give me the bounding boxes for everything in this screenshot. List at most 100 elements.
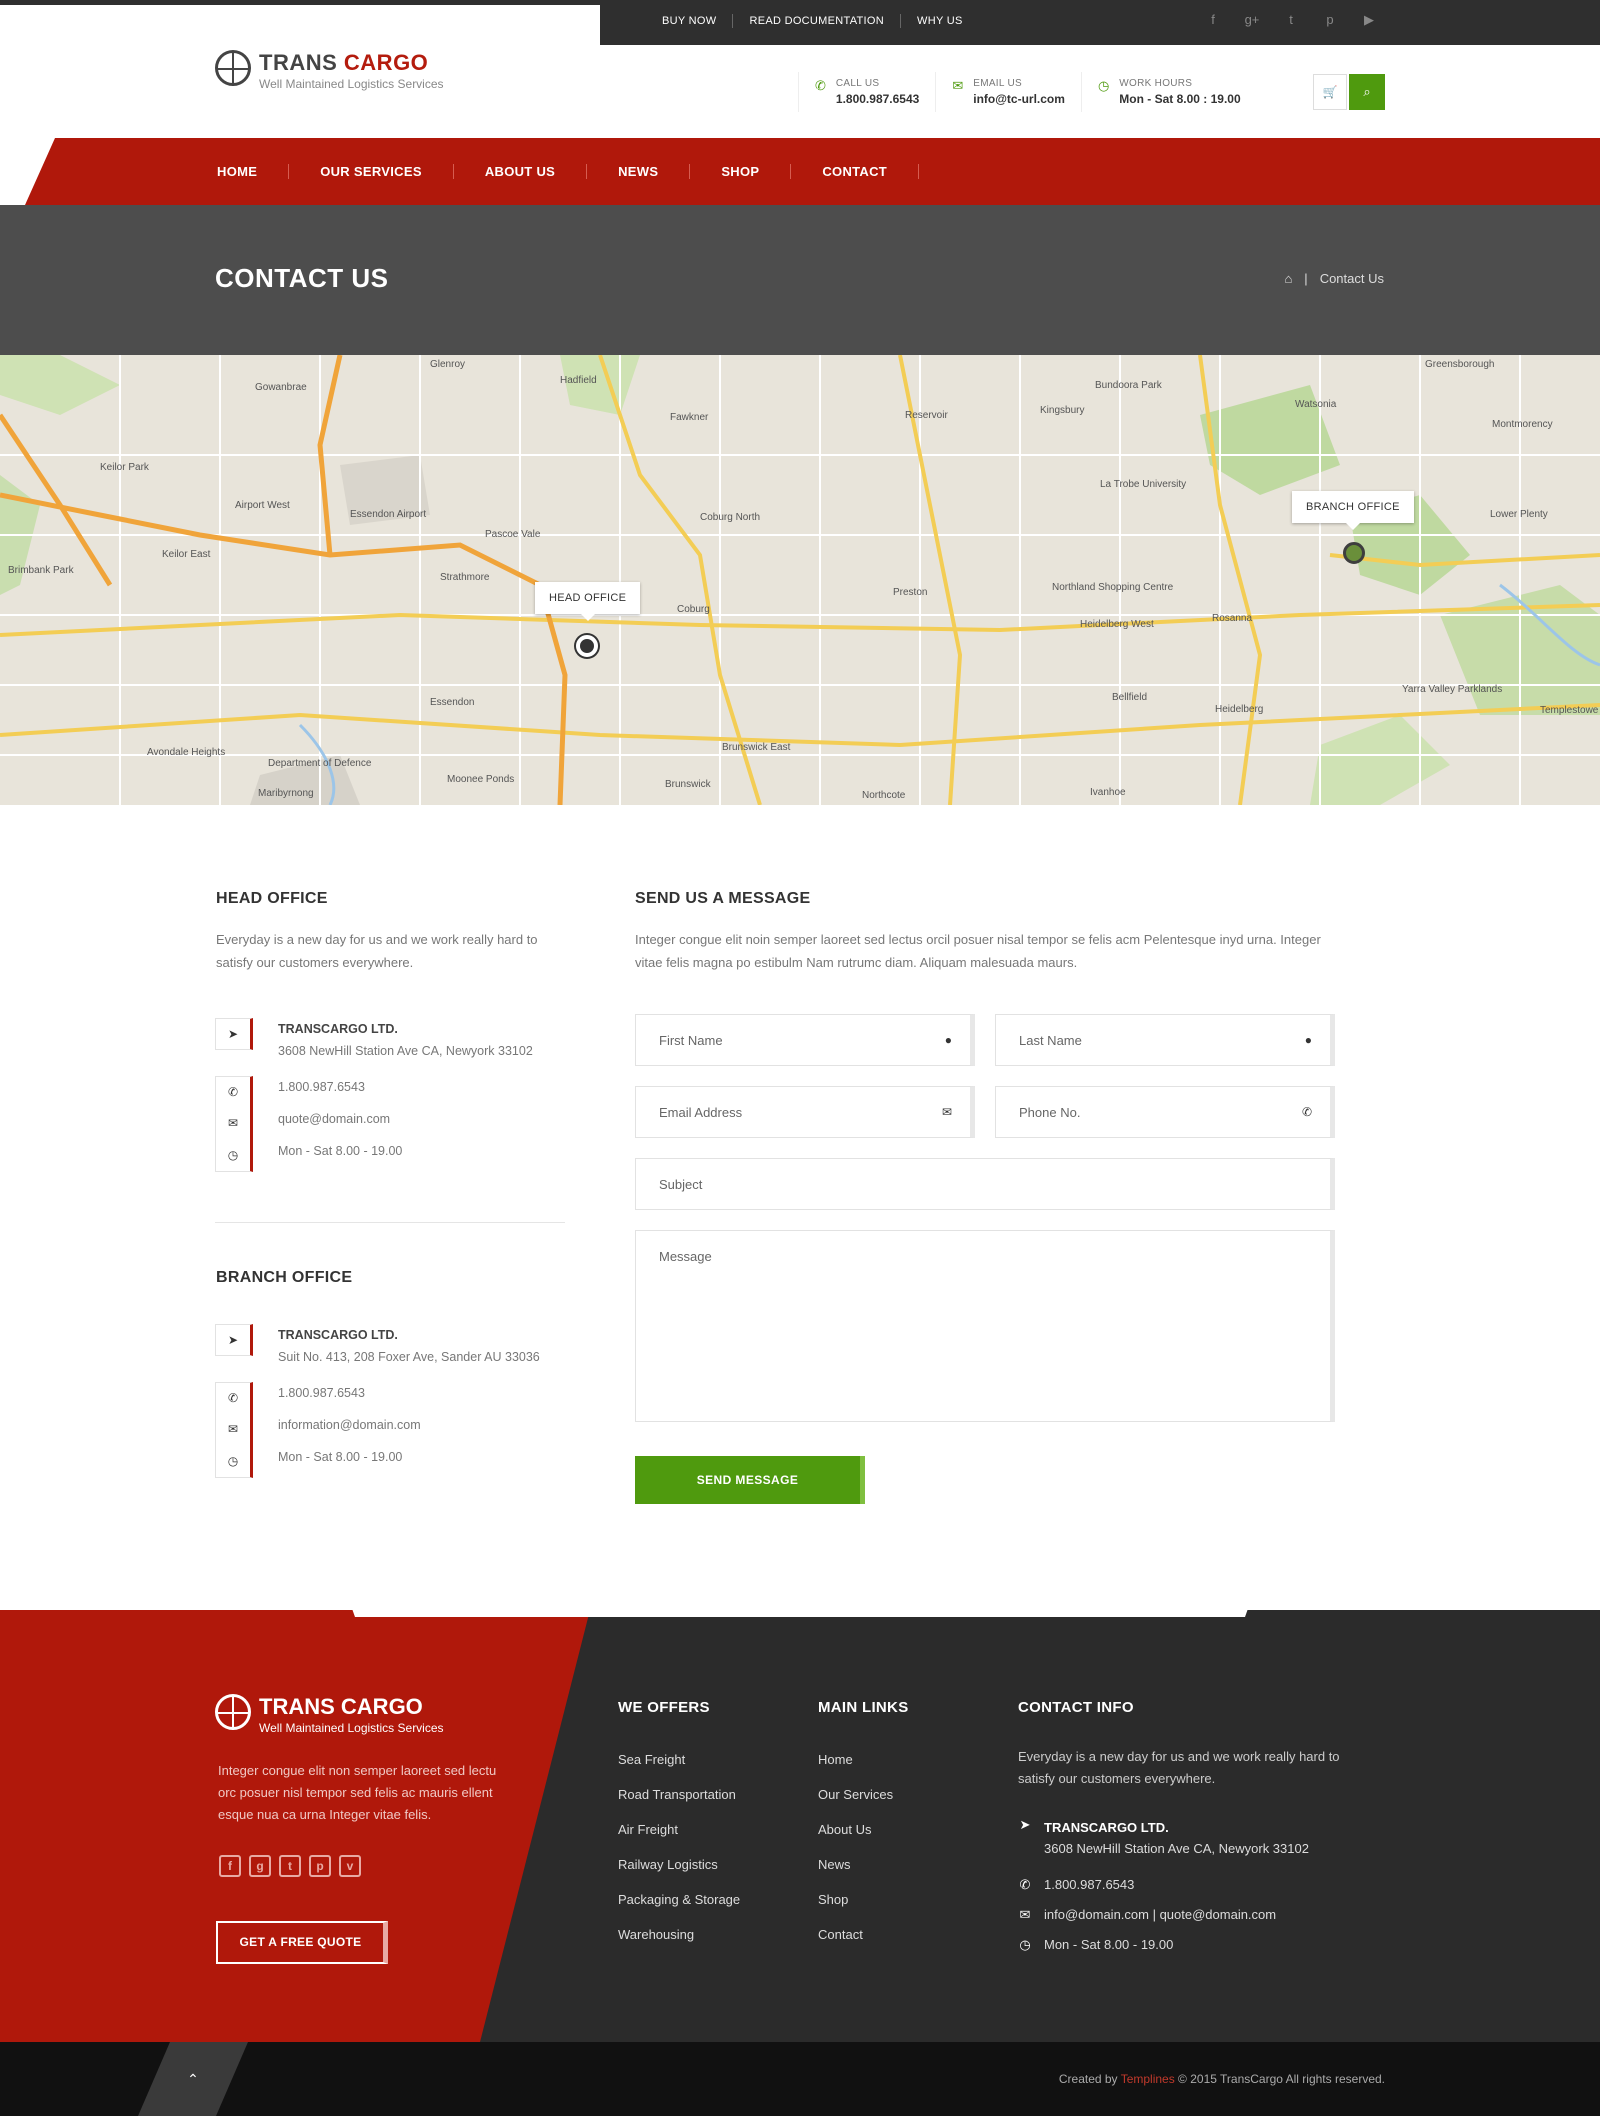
nav-news[interactable]: NEWS bbox=[587, 164, 691, 179]
footer-notch bbox=[350, 1603, 1250, 1617]
top-link-documentation[interactable]: READ DOCUMENTATION bbox=[733, 14, 902, 28]
form-title: SEND US A MESSAGE bbox=[635, 890, 811, 907]
footer-link[interactable]: About Us bbox=[818, 1822, 893, 1857]
google-plus-icon[interactable]: g+ bbox=[1244, 12, 1260, 28]
head-office-pin-icon[interactable] bbox=[576, 635, 598, 657]
footer-tagline: Well Maintained Logistics Services bbox=[259, 1721, 444, 1735]
pinterest-icon[interactable]: p bbox=[1322, 12, 1338, 28]
email-field[interactable]: Email Address ✉ bbox=[635, 1086, 975, 1138]
user-icon: ● bbox=[1304, 1033, 1312, 1047]
pinterest-icon[interactable]: p bbox=[309, 1855, 331, 1877]
location-arrow-icon: ➤ bbox=[215, 1018, 253, 1050]
footer-link[interactable]: Shop bbox=[818, 1892, 893, 1927]
first-name-field[interactable]: First Name ● bbox=[635, 1014, 975, 1066]
head-office-phone-row: ✆ 1.800.987.6543 bbox=[215, 1076, 365, 1108]
map-label: Bundoora Park bbox=[1095, 380, 1163, 391]
contact-label: EMAIL US bbox=[973, 78, 1022, 89]
envelope-icon: ✉ bbox=[1019, 1907, 1031, 1922]
footer-offer-link[interactable]: Railway Logistics bbox=[618, 1857, 740, 1892]
branch-office-pin-icon[interactable] bbox=[1343, 542, 1365, 564]
branch-office-marker-label[interactable]: BRANCH OFFICE bbox=[1292, 491, 1414, 530]
map-label: Templestowe bbox=[1540, 705, 1599, 716]
form-desc: Integer congue elit noin semper laoreet … bbox=[635, 932, 1321, 970]
map-label: Preston bbox=[893, 587, 927, 598]
nav-home[interactable]: HOME bbox=[215, 164, 290, 179]
facebook-icon[interactable]: f bbox=[219, 1855, 241, 1877]
map-label: Brunswick East bbox=[722, 742, 791, 753]
last-name-field[interactable]: Last Name ● bbox=[995, 1014, 1335, 1066]
map-label: Airport West bbox=[235, 500, 290, 511]
head-office-hours: Mon - Sat 8.00 - 19.00 bbox=[278, 1144, 403, 1158]
email-placeholder: Email Address bbox=[659, 1105, 743, 1120]
map-label: Brimbank Park bbox=[8, 565, 75, 576]
address-text: 3608 NewHill Station Ave CA, Newyork 331… bbox=[278, 1044, 533, 1058]
twitter-icon[interactable]: t bbox=[279, 1855, 301, 1877]
nav-shop[interactable]: SHOP bbox=[690, 164, 792, 179]
facebook-icon[interactable]: f bbox=[1205, 12, 1221, 28]
map-label: Strathmore bbox=[440, 572, 490, 583]
footer-desc: Integer congue elit non semper laoreet s… bbox=[218, 1763, 497, 1822]
nav-about-us[interactable]: ABOUT US bbox=[454, 164, 588, 179]
breadcrumb-current: Contact Us bbox=[1319, 271, 1384, 286]
clock-icon: ◷ bbox=[1097, 78, 1110, 93]
footer-logo[interactable]: TRANS CARGO Well Maintained Logistics Se… bbox=[215, 1694, 444, 1735]
phone-icon: ✆ bbox=[215, 1382, 253, 1414]
breadcrumb: ⌂ | Contact Us bbox=[1284, 271, 1384, 286]
youtube-icon[interactable]: ▶ bbox=[1361, 12, 1377, 28]
footer-address: ➤ TRANSCARGO LTD. 3608 NewHill Station Av… bbox=[1018, 1817, 1309, 1859]
branch-office-hours-row: ◷ Mon - Sat 8.00 - 19.00 bbox=[215, 1446, 402, 1478]
google-plus-icon[interactable]: g bbox=[249, 1855, 271, 1877]
top-links: BUY NOW READ DOCUMENTATION WHY US bbox=[650, 14, 979, 28]
subject-field[interactable]: Subject bbox=[635, 1158, 1335, 1210]
footer-link[interactable]: Contact bbox=[818, 1927, 893, 1962]
footer-offer-link[interactable]: Warehousing bbox=[618, 1927, 740, 1962]
copyright-brand-link[interactable]: Templines bbox=[1121, 2072, 1175, 2086]
logo[interactable]: TRANS CARGO Well Maintained Logistics Se… bbox=[215, 50, 444, 91]
map-label: Lower Plenty bbox=[1490, 509, 1548, 520]
vimeo-icon[interactable]: v bbox=[339, 1855, 361, 1877]
footer-address-text: 3608 NewHill Station Ave CA, Newyork 331… bbox=[1044, 1841, 1309, 1856]
footer-link[interactable]: Home bbox=[818, 1752, 893, 1787]
footer-email-row: ✉ info@domain.com | quote@domain.com bbox=[1018, 1907, 1277, 1923]
message-field[interactable]: Message bbox=[635, 1230, 1335, 1422]
footer-emails[interactable]: info@domain.com | quote@domain.com bbox=[1044, 1907, 1276, 1923]
map-label: Essendon bbox=[430, 697, 474, 708]
header-contact-call: ✆ CALL US 1.800.987.6543 bbox=[798, 72, 935, 112]
map-label: Pascoe Vale bbox=[485, 529, 541, 540]
footer-offer-link[interactable]: Air Freight bbox=[618, 1822, 740, 1857]
head-office-marker-label[interactable]: HEAD OFFICE bbox=[535, 582, 641, 621]
top-link-why-us[interactable]: WHY US bbox=[901, 14, 979, 28]
user-icon: ● bbox=[944, 1033, 952, 1047]
search-icon[interactable]: ⌕ bbox=[1349, 74, 1385, 110]
top-link-buy-now[interactable]: BUY NOW bbox=[650, 14, 734, 28]
branch-office-email[interactable]: information@domain.com bbox=[278, 1414, 421, 1436]
map-label: Watsonia bbox=[1295, 399, 1337, 410]
branch-office-hours: Mon - Sat 8.00 - 19.00 bbox=[278, 1450, 403, 1464]
footer-offer-link[interactable]: Sea Freight bbox=[618, 1752, 740, 1787]
main-nav: HOME OUR SERVICES ABOUT US NEWS SHOP CON… bbox=[215, 164, 920, 179]
cart-icon[interactable]: 🛒 bbox=[1313, 74, 1347, 110]
location-arrow-icon: ➤ bbox=[1019, 1817, 1031, 1832]
home-icon[interactable]: ⌂ bbox=[1284, 271, 1292, 286]
footer-offer-link[interactable]: Road Transportation bbox=[618, 1787, 740, 1822]
get-quote-button[interactable]: GET A FREE QUOTE bbox=[216, 1921, 388, 1964]
divider bbox=[215, 1222, 565, 1223]
nav-our-services[interactable]: OUR SERVICES bbox=[289, 164, 454, 179]
contact-value[interactable]: info@tc-url.com bbox=[973, 92, 1065, 106]
nav-contact[interactable]: CONTACT bbox=[791, 164, 920, 179]
head-office-email[interactable]: quote@domain.com bbox=[278, 1108, 390, 1130]
map-label: Glenroy bbox=[430, 359, 465, 370]
brand-name-1: TRANS bbox=[259, 50, 338, 75]
location-map[interactable]: Glenroy Hadfield Greensborough Gowanbrae… bbox=[0, 355, 1600, 805]
twitter-icon[interactable]: t bbox=[1283, 12, 1299, 28]
footer-offer-link[interactable]: Packaging & Storage bbox=[618, 1892, 740, 1927]
phone-field[interactable]: Phone No. ✆ bbox=[995, 1086, 1335, 1138]
map-label: Rosanna bbox=[1212, 613, 1252, 624]
map-label: Coburg bbox=[677, 604, 710, 615]
branch-office-phone: 1.800.987.6543 bbox=[278, 1386, 365, 1400]
map-label: Gowanbrae bbox=[255, 382, 307, 393]
breadcrumb-separator: | bbox=[1304, 271, 1308, 286]
footer-link[interactable]: Our Services bbox=[818, 1787, 893, 1822]
send-message-button[interactable]: SEND MESSAGE bbox=[635, 1456, 865, 1504]
footer-link[interactable]: News bbox=[818, 1857, 893, 1892]
